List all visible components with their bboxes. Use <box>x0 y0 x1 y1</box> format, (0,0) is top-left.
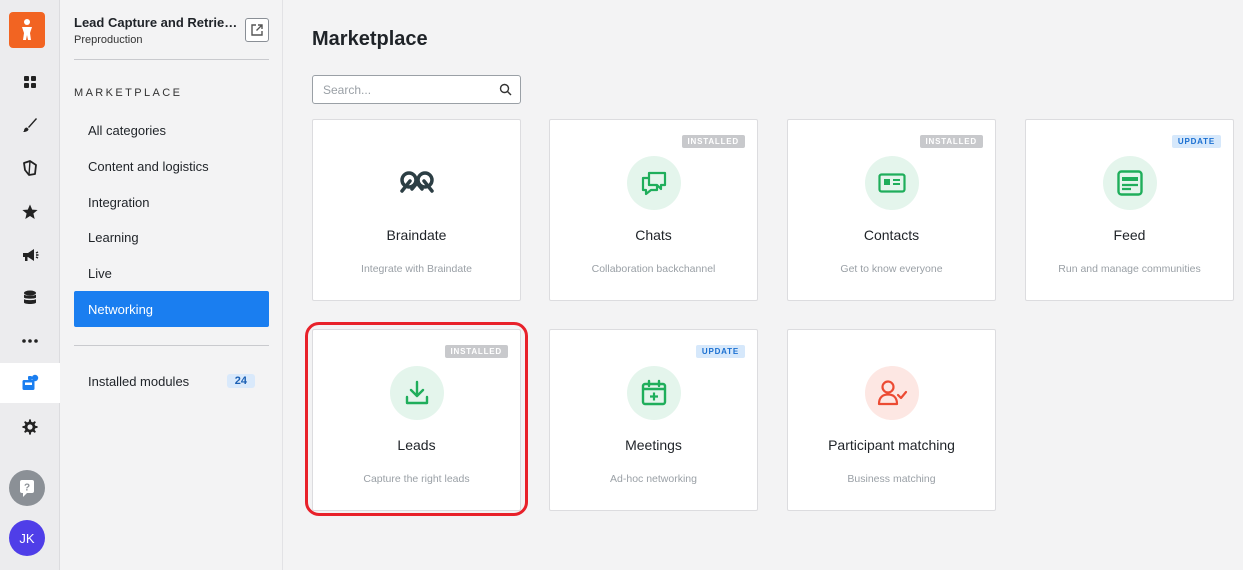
category-networking[interactable]: Networking <box>74 291 269 327</box>
module-icon-wrap <box>390 156 444 210</box>
braindate-logo-icon <box>400 171 434 193</box>
module-card-contacts[interactable]: INSTALLED Contacts Get to know everyone <box>787 119 996 301</box>
module-name: Contacts <box>863 227 920 243</box>
search-box <box>312 75 521 104</box>
module-icon-wrap <box>627 156 681 210</box>
icon-rail: ? JK <box>0 0 60 570</box>
megaphone-icon <box>23 249 39 261</box>
rail-design[interactable] <box>0 105 60 145</box>
search-icon[interactable] <box>499 83 512 96</box>
installed-badge: INSTALLED <box>444 345 508 358</box>
svg-text:?: ? <box>24 483 30 494</box>
module-card-participant-matching[interactable]: Participant matching Business matching <box>787 329 996 511</box>
star-icon <box>22 204 38 219</box>
dashboard-icon <box>24 76 36 88</box>
module-icon-wrap <box>390 366 444 420</box>
id-card-icon <box>878 173 906 193</box>
chat-bubbles-icon <box>641 171 667 196</box>
category-live[interactable]: Live <box>74 255 269 291</box>
module-name: Participant matching <box>828 437 955 453</box>
open-external-button[interactable] <box>245 18 269 42</box>
user-avatar[interactable]: JK <box>9 520 45 556</box>
installed-modules-link[interactable]: Installed modules 24 <box>74 363 269 399</box>
page-title: Marketplace <box>312 28 428 50</box>
help-icon: ? <box>20 480 34 497</box>
main-content: Marketplace Braindate Integrate with Bra… <box>284 0 1243 570</box>
installed-modules-label: Installed modules <box>88 373 190 389</box>
update-badge: UPDATE <box>695 345 745 358</box>
module-name: Leads <box>397 437 436 453</box>
rail-map[interactable] <box>0 148 60 188</box>
module-name: Meetings <box>625 437 682 453</box>
calendar-add-icon <box>641 379 667 406</box>
sidebar-divider <box>74 59 269 60</box>
rail-dashboard[interactable] <box>0 62 60 102</box>
module-card-braindate[interactable]: Braindate Integrate with Braindate <box>312 119 521 301</box>
sidebar-divider <box>74 345 269 346</box>
person-logo-icon <box>22 19 32 40</box>
gear-icon <box>22 419 38 435</box>
module-card-feed[interactable]: UPDATE Feed Run and manage communities <box>1025 119 1234 301</box>
category-all[interactable]: All categories <box>74 112 269 148</box>
module-description: Ad-hoc networking <box>610 473 697 485</box>
brush-icon <box>23 118 37 132</box>
module-description: Integrate with Braindate <box>361 263 472 275</box>
module-card-chats[interactable]: INSTALLED Chats Collaboration backchanne… <box>549 119 758 301</box>
event-title: Lead Capture and Retrieva... <box>74 15 244 30</box>
rail-favorites[interactable] <box>0 192 60 232</box>
category-integration[interactable]: Integration <box>74 184 269 220</box>
rail-announcements[interactable] <box>0 235 60 275</box>
external-link-icon <box>251 24 263 36</box>
section-label: MARKETPLACE <box>74 87 183 99</box>
module-card-leads[interactable]: INSTALLED Leads Capture the right leads <box>312 329 521 511</box>
installed-count-badge: 24 <box>226 374 255 388</box>
module-icon-wrap <box>1103 156 1157 210</box>
category-learning[interactable]: Learning <box>74 219 269 255</box>
download-icon <box>405 380 429 405</box>
marketplace-icon <box>22 374 39 390</box>
more-icon <box>22 339 38 343</box>
module-icon-wrap <box>865 366 919 420</box>
installed-badge: INSTALLED <box>681 135 745 148</box>
installed-badge: INSTALLED <box>919 135 983 148</box>
module-description: Business matching <box>847 473 936 485</box>
module-description: Get to know everyone <box>840 263 943 275</box>
database-icon <box>24 290 36 304</box>
rail-data[interactable] <box>0 278 60 318</box>
map-icon <box>23 160 37 176</box>
event-environment: Preproduction <box>74 34 143 46</box>
module-icon-wrap <box>865 156 919 210</box>
category-content-logistics[interactable]: Content and logistics <box>74 148 269 184</box>
user-check-icon <box>877 380 908 406</box>
module-description: Collaboration backchannel <box>591 263 716 275</box>
module-name: Chats <box>635 227 672 243</box>
module-card-meetings[interactable]: UPDATE Meetings Ad-hoc networking <box>549 329 758 511</box>
app-logo[interactable] <box>9 12 45 48</box>
module-name: Feed <box>1113 227 1146 243</box>
update-badge: UPDATE <box>1171 135 1221 148</box>
module-description: Capture the right leads <box>363 473 470 485</box>
feed-icon <box>1117 170 1143 196</box>
rail-marketplace[interactable] <box>0 363 60 403</box>
rail-more[interactable] <box>0 321 60 361</box>
rail-settings[interactable] <box>0 407 60 447</box>
help-button[interactable]: ? <box>9 470 45 506</box>
module-description: Run and manage communities <box>1058 263 1201 275</box>
sidebar: Lead Capture and Retrieva... Preproducti… <box>60 0 283 570</box>
module-icon-wrap <box>627 366 681 420</box>
search-input[interactable] <box>313 76 483 103</box>
module-name: Braindate <box>386 227 447 243</box>
